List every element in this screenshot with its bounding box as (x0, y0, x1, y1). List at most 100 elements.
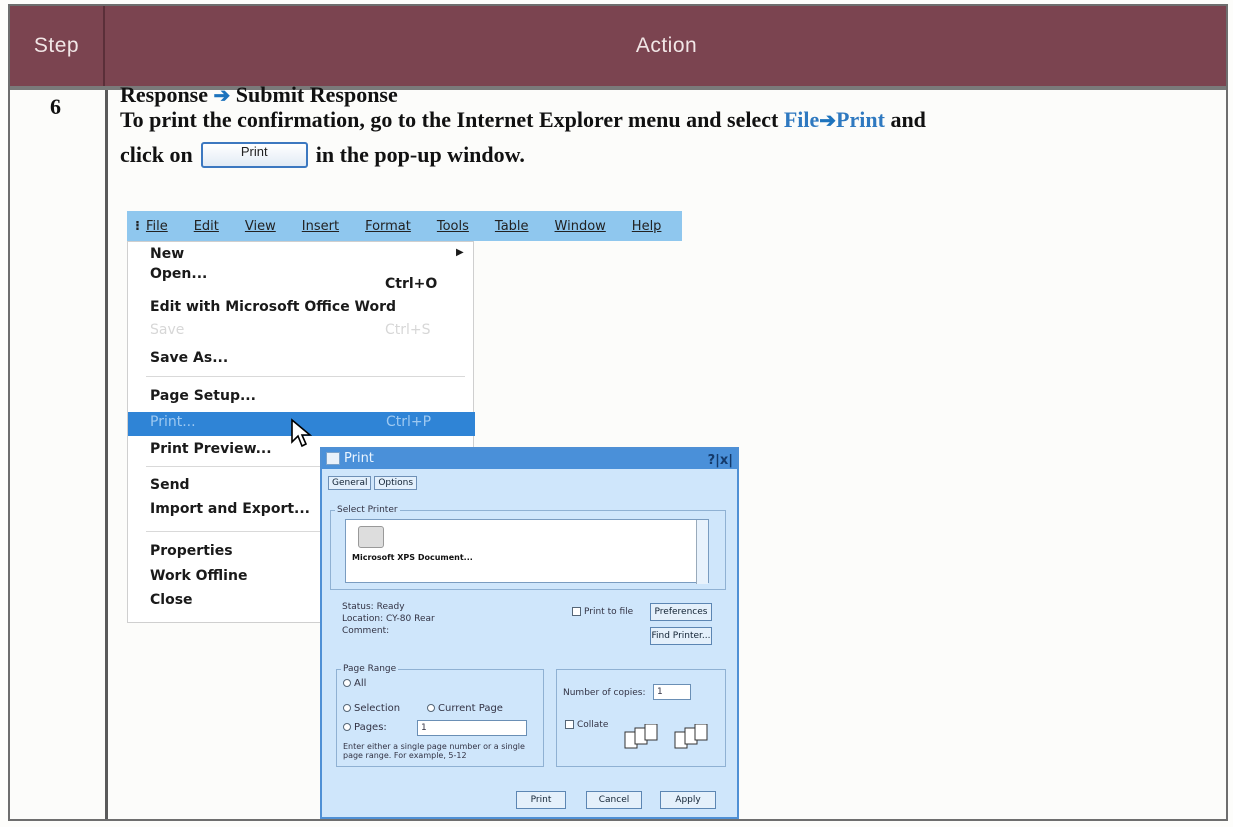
collate-pages-icon (674, 724, 708, 749)
range-current-page-label: Current Page (438, 703, 503, 714)
table-header: Step Action (10, 6, 1226, 86)
cancel-button[interactable]: Cancel (586, 791, 642, 809)
menu-item-print-preview[interactable]: Print Preview... (150, 441, 272, 457)
location-value: CY-80 Rear (385, 614, 435, 624)
menu-item-print[interactable]: Print... (150, 414, 196, 430)
instruction-text-b: and (890, 107, 926, 132)
print-link: Print (836, 107, 885, 132)
right-arrow-icon: ➔ (213, 85, 231, 107)
menu-item-save: Save (150, 322, 185, 338)
xps-printer-icon (358, 526, 384, 548)
mouse-cursor-icon (291, 418, 312, 448)
pages-input[interactable]: 1 (417, 720, 527, 736)
comment-label: Comment: (342, 626, 390, 636)
collate-option[interactable]: Collate (565, 720, 608, 730)
print-dialog: Print ?|x| General Options Select Printe… (320, 447, 739, 819)
radio-pages[interactable] (343, 723, 351, 731)
collate-checkbox[interactable] (565, 720, 574, 729)
help-close-icons[interactable]: ?|x| (708, 451, 733, 471)
printer-list[interactable]: Microsoft XPS Document... (345, 519, 709, 584)
range-pages-label: Pages: (354, 722, 387, 733)
range-all-option[interactable]: All (343, 678, 366, 689)
print-to-file-option[interactable]: Print to file (572, 607, 633, 617)
menu-item-page-setup[interactable]: Page Setup... (150, 388, 256, 404)
menu-edit[interactable]: Edit (194, 219, 219, 234)
collate-label: Collate (577, 720, 609, 730)
status-value: Ready (376, 602, 405, 612)
menu-item-new[interactable]: New (150, 246, 184, 262)
menu-window[interactable]: Window (555, 219, 606, 234)
menu-item-properties[interactable]: Properties (150, 543, 233, 559)
shortcut-save: Ctrl+S (385, 322, 431, 338)
instruction-text-line: To print the confirmation, go to the Int… (120, 107, 926, 133)
range-current-page-option[interactable]: Current Page (427, 703, 503, 714)
file-link: File (783, 107, 820, 132)
popup-window-text: in the pop-up window. (315, 142, 525, 167)
heading-submit-response: Submit Response (235, 82, 398, 107)
heading-response: Response (120, 82, 209, 107)
menu-view[interactable]: View (245, 219, 276, 234)
shortcut-open: Ctrl+O (385, 276, 438, 292)
print-button[interactable]: Print (516, 791, 566, 809)
print-to-file-label: Print to file (584, 607, 634, 617)
printer-name[interactable]: Microsoft XPS Document... (352, 553, 473, 562)
status-row: Status: Ready (342, 602, 405, 612)
page-range-label: Page Range (341, 664, 399, 674)
tab-options[interactable]: Options (374, 476, 418, 490)
menu-item-work-offline[interactable]: Work Offline (150, 568, 247, 584)
dialog-title: Print (344, 451, 374, 466)
print-button-illustration: Print (200, 142, 308, 168)
preferences-button[interactable]: Preferences (650, 603, 712, 621)
print-to-file-checkbox[interactable] (572, 607, 581, 616)
copies-input[interactable]: 1 (653, 684, 691, 700)
column-divider (105, 90, 108, 819)
menu-separator (146, 376, 465, 377)
instruction-text-a: To print the confirmation, go to the Int… (120, 107, 779, 132)
ie-menu-bar: ⁝ File Edit View Insert Format Tools Tab… (127, 211, 682, 241)
collate-pages-icon (624, 724, 658, 749)
tab-general[interactable]: General (328, 476, 372, 490)
menu-tools[interactable]: Tools (437, 219, 469, 234)
range-all-label: All (354, 678, 367, 689)
page-range-group: Page Range All Selection Current Page Pa… (336, 664, 544, 767)
dialog-title-bar: Print ?|x| (322, 449, 737, 469)
select-printer-label: Select Printer (335, 505, 400, 515)
dialog-tabs: General Options (328, 476, 418, 490)
location-label: Location: (342, 614, 384, 624)
page-range-hint: Enter either a single page number or a s… (343, 742, 525, 760)
printer-icon (326, 452, 340, 465)
range-selection-label: Selection (354, 703, 401, 714)
header-action: Action (635, 34, 698, 57)
copies-label: Number of copies: (563, 688, 646, 698)
menu-table[interactable]: Table (495, 219, 529, 234)
printer-list-scrollbar[interactable] (696, 520, 708, 584)
radio-selection[interactable] (343, 704, 351, 712)
location-row: Location: CY-80 Rear (342, 614, 435, 624)
menu-help[interactable]: Help (632, 219, 662, 234)
menu-item-import-export[interactable]: Import and Export... (150, 501, 310, 517)
range-pages-option[interactable]: Pages: (343, 722, 387, 733)
menu-item-save-as[interactable]: Save As... (150, 350, 228, 366)
instruction-text-line-2: click on Print in the pop-up window. (120, 142, 525, 168)
find-printer-button[interactable]: Find Printer... (650, 627, 712, 645)
radio-current-page[interactable] (427, 704, 435, 712)
radio-all[interactable] (343, 679, 351, 687)
menu-file[interactable]: File (146, 219, 168, 234)
menu-format[interactable]: Format (365, 219, 411, 234)
range-selection-option[interactable]: Selection (343, 703, 400, 714)
status-label: Status: (342, 602, 374, 612)
menu-item-edit-word[interactable]: Edit with Microsoft Office Word (150, 299, 396, 315)
submenu-arrow-icon: ▶ (456, 247, 464, 258)
menu-insert[interactable]: Insert (302, 219, 339, 234)
apply-button[interactable]: Apply (660, 791, 716, 809)
header-step: Step (10, 6, 105, 86)
menu-item-send[interactable]: Send (150, 477, 190, 493)
copies-group: Number of copies: 1 Collate (556, 669, 726, 767)
instruction-heading: Response ➔ Submit Response (120, 82, 398, 108)
menu-item-open[interactable]: Open... (150, 266, 207, 282)
select-printer-group: Select Printer Microsoft XPS Document... (330, 505, 726, 590)
menu-item-close[interactable]: Close (150, 592, 193, 608)
click-on-text: click on (120, 142, 193, 167)
step-number: 6 (50, 94, 61, 119)
shortcut-print: Ctrl+P (386, 414, 432, 430)
